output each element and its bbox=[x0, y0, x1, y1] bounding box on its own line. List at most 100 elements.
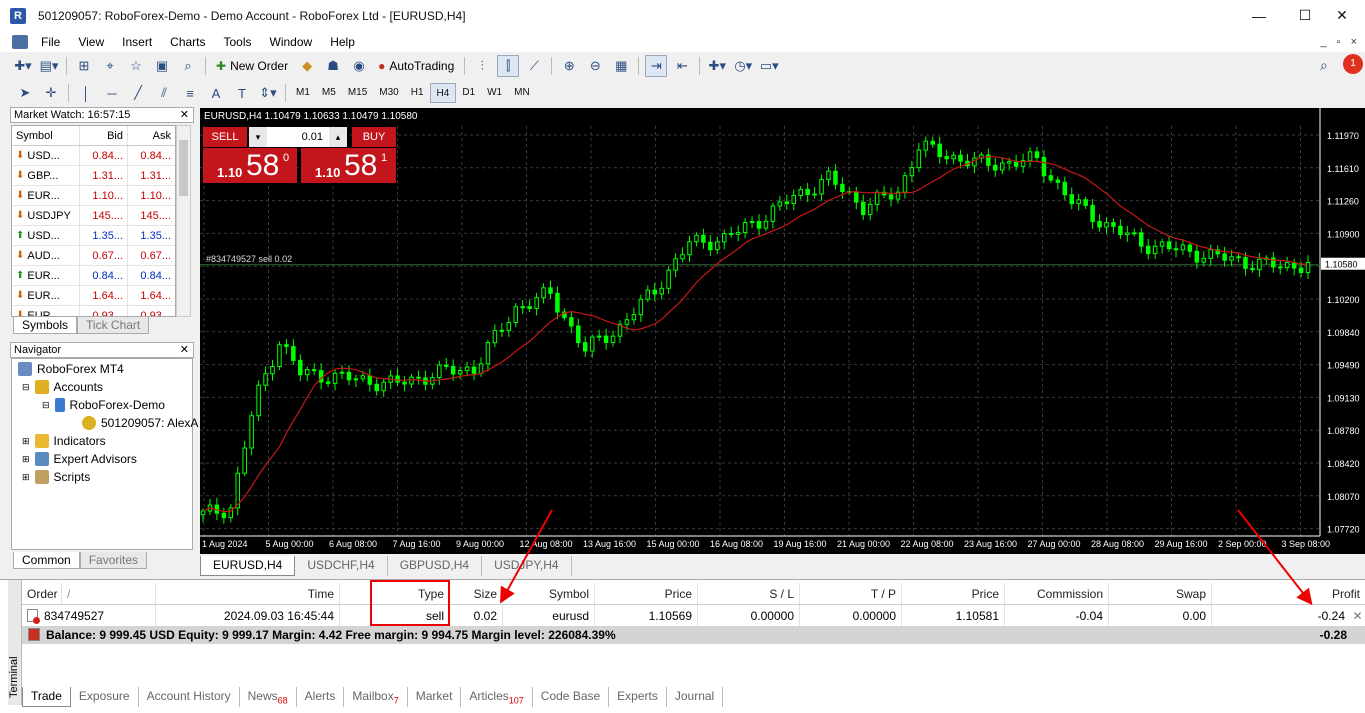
profiles-icon[interactable]: ▤▾ bbox=[38, 55, 60, 77]
terminal-tab-experts[interactable]: Experts bbox=[609, 687, 667, 707]
col-symbol[interactable]: Symbol bbox=[503, 583, 595, 604]
tf-m5[interactable]: M5 bbox=[316, 83, 342, 103]
tf-w1[interactable]: W1 bbox=[481, 83, 508, 103]
terminal-tab-mailbox[interactable]: Mailbox7 bbox=[344, 687, 408, 707]
cursor-icon[interactable]: ➤ bbox=[14, 82, 36, 104]
zoom-out-icon[interactable]: ⊖ bbox=[584, 55, 606, 77]
child-window-icon[interactable] bbox=[12, 34, 28, 49]
mw-col-sym[interactable]: Symbol bbox=[12, 126, 79, 145]
trade-sl[interactable]: 0.00000 bbox=[698, 605, 800, 626]
periods-icon[interactable]: ◷▾ bbox=[732, 55, 754, 77]
notifications-icon[interactable]: 1 bbox=[1343, 54, 1363, 74]
minimize-button[interactable]: — bbox=[1236, 0, 1282, 31]
market-watch-row[interactable]: ⬇ EUR... 1.10... 1.10... bbox=[12, 186, 175, 206]
nav-expert-advisors[interactable]: ⊞ Expert Advisors bbox=[22, 452, 137, 466]
mdi-close-button[interactable]: × bbox=[1351, 36, 1357, 48]
sell-button[interactable]: SELL bbox=[203, 127, 247, 147]
tf-m1[interactable]: M1 bbox=[290, 83, 316, 103]
text-label-icon[interactable]: T bbox=[231, 82, 253, 104]
zoom-in-icon[interactable]: ⊕ bbox=[558, 55, 580, 77]
tf-m15[interactable]: M15 bbox=[342, 83, 373, 103]
metaeditor-icon[interactable]: ◆ bbox=[296, 55, 318, 77]
signals-icon[interactable]: ☗ bbox=[322, 55, 344, 77]
nav-account[interactable]: 501209057: AlexA bbox=[82, 416, 198, 430]
tab-tick-chart[interactable]: Tick Chart bbox=[77, 317, 150, 334]
trade-row[interactable]: 834749527 2024.09.03 16:45:44 sell 0.02 … bbox=[22, 605, 1365, 627]
market-watch-row[interactable]: ⬇ EUR... 1.64... 1.64... bbox=[12, 286, 175, 306]
chart-shift-icon[interactable]: ⇤ bbox=[671, 55, 693, 77]
menu-tools[interactable]: Tools bbox=[215, 35, 261, 49]
col-size[interactable]: Size bbox=[450, 583, 503, 604]
chart-tab-eurusd[interactable]: EURUSD,H4 bbox=[200, 556, 296, 576]
terminal-tab-code-base[interactable]: Code Base bbox=[533, 687, 610, 707]
equidistant-channel-icon[interactable]: ⫽ bbox=[153, 82, 175, 104]
terminal-tab-exposure[interactable]: Exposure bbox=[71, 687, 139, 707]
market-watch-row[interactable]: ⬇ GBP... 1.31... 1.31... bbox=[12, 166, 175, 186]
menu-charts[interactable]: Charts bbox=[161, 35, 214, 49]
nav-accounts[interactable]: ⊟ Accounts bbox=[22, 380, 103, 394]
new-order-button[interactable]: ✚ New Order bbox=[210, 59, 294, 73]
nav-server[interactable]: ⊟ RoboForex-Demo bbox=[42, 398, 165, 412]
new-chart-icon[interactable]: ✚▾ bbox=[12, 55, 34, 77]
tab-common[interactable]: Common bbox=[13, 552, 80, 569]
fibonacci-icon[interactable]: ≡ bbox=[179, 82, 201, 104]
vertical-line-icon[interactable]: │ bbox=[75, 82, 97, 104]
terminal-tab-account-history[interactable]: Account History bbox=[139, 687, 240, 707]
market-watch-row[interactable]: ⬇ AUD... 0.67... 0.67... bbox=[12, 246, 175, 266]
terminal-tab-news[interactable]: News68 bbox=[240, 687, 297, 707]
text-icon[interactable]: A bbox=[205, 82, 227, 104]
terminal-tab-articles[interactable]: Articles107 bbox=[461, 687, 533, 707]
market-watch-row[interactable]: ⬆ USD... 1.35... 1.35... bbox=[12, 226, 175, 246]
data-window-icon[interactable]: ⌖ bbox=[99, 55, 121, 77]
tf-mn[interactable]: MN bbox=[508, 83, 536, 103]
nav-root[interactable]: RoboForex MT4 bbox=[18, 362, 124, 376]
menu-insert[interactable]: Insert bbox=[113, 35, 161, 49]
market-watch-row[interactable]: ⬇ EUR... 0.93... 0.93... bbox=[12, 306, 175, 316]
col-current-price[interactable]: Price bbox=[902, 583, 1005, 604]
tf-m30[interactable]: M30 bbox=[373, 83, 404, 103]
trade-tp[interactable]: 0.00000 bbox=[800, 605, 902, 626]
lot-size-input[interactable]: 0.01 bbox=[267, 127, 329, 147]
menu-help[interactable]: Help bbox=[321, 35, 364, 49]
terminal-tab-trade[interactable]: Trade bbox=[22, 687, 71, 707]
market-watch-close-icon[interactable]: ✕ bbox=[180, 108, 189, 122]
mdi-minimize-button[interactable]: _ bbox=[1321, 36, 1327, 48]
tab-symbols[interactable]: Symbols bbox=[13, 317, 78, 334]
navigator-icon[interactable]: ☆ bbox=[125, 55, 147, 77]
tile-windows-icon[interactable]: ▦ bbox=[610, 55, 632, 77]
tf-h4[interactable]: H4 bbox=[429, 83, 457, 103]
terminal-icon[interactable]: ▣ bbox=[151, 55, 173, 77]
price-chart[interactable]: 1.11970 1.11610 1.11260 1.10900 1.10200 1.098… bbox=[200, 108, 1365, 554]
bar-chart-icon[interactable]: ⫶ bbox=[471, 55, 493, 77]
menu-view[interactable]: View bbox=[69, 35, 113, 49]
col-time[interactable]: Time bbox=[156, 583, 340, 604]
market-watch-icon[interactable]: ⊞ bbox=[73, 55, 95, 77]
vps-icon[interactable]: ◉ bbox=[348, 55, 370, 77]
market-watch-row[interactable]: ⬆ EUR... 0.84... 0.84... bbox=[12, 266, 175, 286]
navigator-close-icon[interactable]: ✕ bbox=[180, 343, 189, 357]
lot-increase-button[interactable]: ▴ bbox=[329, 127, 347, 147]
terminal-tab-alerts[interactable]: Alerts bbox=[297, 687, 345, 707]
tab-favorites[interactable]: Favorites bbox=[79, 552, 148, 569]
strategy-tester-icon[interactable]: ⌕ bbox=[177, 55, 199, 77]
market-watch-scrollbar[interactable] bbox=[176, 125, 191, 317]
tf-h1[interactable]: H1 bbox=[405, 83, 430, 103]
close-order-icon[interactable]: ✕ bbox=[1350, 605, 1365, 626]
indicators-list-icon[interactable]: ✚▾ bbox=[706, 55, 728, 77]
templates-icon[interactable]: ▭▾ bbox=[758, 55, 780, 77]
nav-scripts[interactable]: ⊞ Scripts bbox=[22, 470, 90, 484]
col-swap[interactable]: Swap bbox=[1109, 583, 1212, 604]
mw-col-ask[interactable]: Ask bbox=[127, 126, 175, 145]
chart-tab-gbpusd[interactable]: GBPUSD,H4 bbox=[388, 556, 483, 576]
search-icon[interactable]: ⌕ bbox=[1320, 57, 1328, 74]
trendline-icon[interactable]: ╱ bbox=[127, 82, 149, 104]
auto-scroll-icon[interactable]: ⇥ bbox=[645, 55, 668, 77]
nav-indicators[interactable]: ⊞ Indicators bbox=[22, 434, 106, 448]
line-chart-icon[interactable]: ⟋ bbox=[523, 55, 545, 77]
col-sl[interactable]: S / L bbox=[698, 583, 800, 604]
arrows-icon[interactable]: ⇕▾ bbox=[257, 82, 279, 104]
col-order[interactable]: Order bbox=[22, 583, 62, 604]
chart-tab-usdchf[interactable]: USDCHF,H4 bbox=[295, 556, 388, 576]
scrollbar-thumb[interactable] bbox=[179, 140, 188, 196]
col-profit[interactable]: Profit bbox=[1212, 583, 1365, 604]
